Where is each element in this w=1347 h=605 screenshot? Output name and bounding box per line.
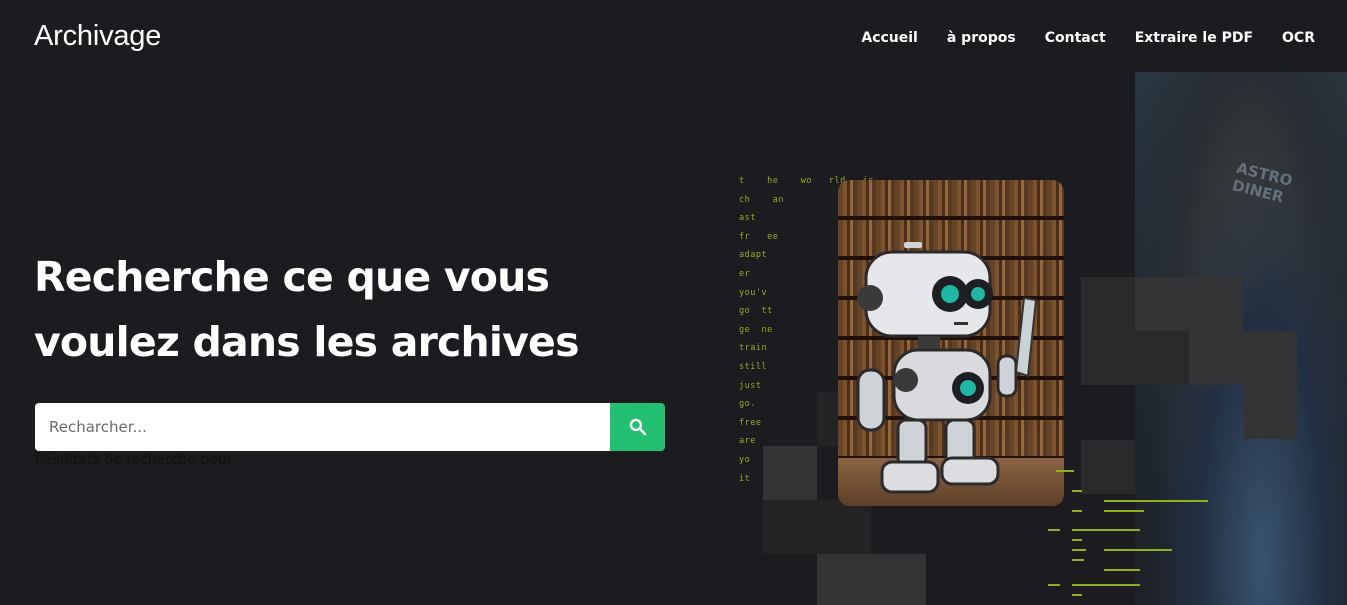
hero-illustration: ASTRO DINER t he wo rld is ch an ast fr … <box>730 72 1347 605</box>
nav-item: à propos <box>947 27 1016 46</box>
nav-link-extraire-pdf[interactable]: Extraire le PDF <box>1135 30 1253 46</box>
nav-link-contact[interactable]: Contact <box>1045 30 1106 46</box>
robot-icon <box>856 242 1038 494</box>
decor-tile <box>1189 331 1297 385</box>
decor-tile <box>1135 331 1189 385</box>
search-icon <box>629 418 646 436</box>
brand-logo-link[interactable]: Archivage <box>34 20 161 53</box>
search-button[interactable] <box>610 403 665 451</box>
search-input[interactable] <box>35 403 610 451</box>
hero-title-line-2: voulez dans les archives <box>34 318 579 366</box>
robot-image <box>838 180 1064 506</box>
decor-tile <box>1081 277 1135 385</box>
search-results-label: Résultats de recherche pour: <box>35 452 237 468</box>
hero-title-line-1: Recherche ce que vous <box>34 253 550 301</box>
decor-tile <box>817 554 926 605</box>
search-form <box>35 403 665 451</box>
nav-item: Contact <box>1045 27 1106 46</box>
decor-tile <box>1135 277 1243 331</box>
nav-item: OCR <box>1282 27 1315 46</box>
decor-tile <box>1243 385 1297 439</box>
nav-item: Accueil <box>861 27 918 46</box>
nav-item: Extraire le PDF <box>1135 27 1253 46</box>
code-lines-decoration <box>1048 465 1218 605</box>
navbar: Archivage Accueil à propos Contact Extra… <box>0 0 1347 72</box>
hero-title: Recherche ce que vous voulez dans les ar… <box>34 245 654 375</box>
decor-tile <box>763 500 871 554</box>
nav-link-a-propos[interactable]: à propos <box>947 30 1016 46</box>
nav-link-accueil[interactable]: Accueil <box>861 30 918 46</box>
matrix-text: t he wo rld is ch an ast fr ee adapt er … <box>739 176 873 484</box>
nav-menu: Accueil à propos Contact Extraire le PDF… <box>861 27 1315 46</box>
nav-link-ocr[interactable]: OCR <box>1282 30 1315 46</box>
